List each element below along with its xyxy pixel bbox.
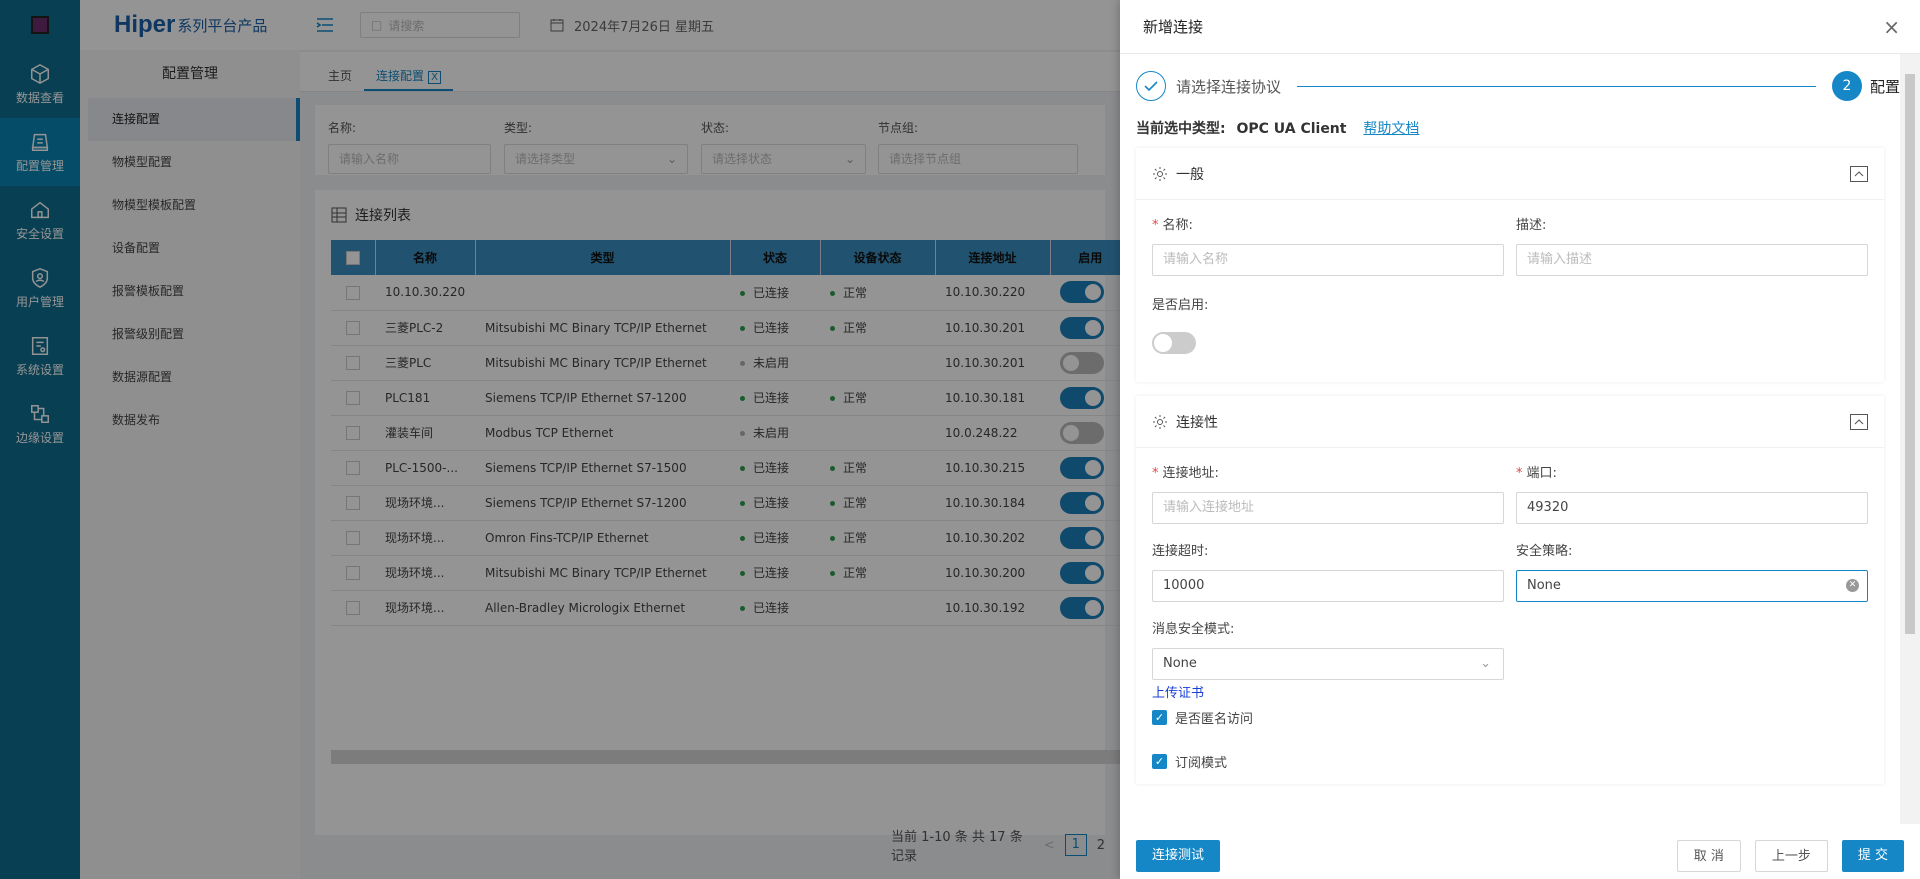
timeout-label: 连接超时: (1152, 544, 1209, 559)
subscribe-checkbox[interactable]: ✓ 订阅模式 (1152, 748, 1868, 774)
placeholder: 请输入连接地址 (1163, 500, 1255, 515)
collapse-up-icon[interactable] (1850, 165, 1868, 182)
security-policy-value: None (1527, 578, 1561, 593)
collapse-up-icon[interactable] (1850, 413, 1868, 430)
test-connection-button[interactable]: 连接测试 (1136, 839, 1221, 872)
drawer-footer: 连接测试 取 消 上一步 提 交 (1120, 832, 1920, 879)
checkbox-checked-icon: ✓ (1152, 709, 1167, 725)
msg-security-label: 消息安全模式: (1152, 622, 1235, 637)
anonymous-label: 是否匿名访问 (1175, 711, 1254, 727)
enable-field: 是否启用: (1152, 288, 1868, 354)
current-type-value: OPC UA Client (1236, 121, 1347, 137)
connectivity-section: 连接性 * 连接地址: 请输入连接地址 * 端口: 49320 连接超时: 10… (1136, 396, 1884, 784)
modal-overlay[interactable] (0, 0, 1120, 879)
previous-step-button[interactable]: 上一步 (1754, 839, 1828, 872)
port-label: 端口: (1526, 466, 1557, 481)
drawer-body: 请选择连接协议 2 配置 当前选中类型: OPC UA Client 帮助文档 … (1120, 54, 1900, 824)
desc-input[interactable]: 请输入描述 (1516, 244, 1868, 276)
general-title: 一般 (1176, 166, 1204, 183)
check-icon (1136, 71, 1166, 101)
security-policy-select[interactable]: None ✕ (1516, 570, 1868, 602)
current-type: 当前选中类型: OPC UA Client 帮助文档 (1120, 118, 1900, 140)
address-label: 连接地址: (1162, 466, 1219, 481)
step-2-number: 2 (1831, 71, 1862, 101)
port-value: 49320 (1527, 500, 1569, 515)
clear-icon[interactable]: ✕ (1846, 579, 1859, 592)
timeout-input[interactable]: 10000 (1152, 570, 1504, 602)
security-policy-field: 安全策略: None ✕ (1516, 534, 1868, 602)
drawer-header: 新增连接 × (1120, 0, 1920, 54)
general-section: 一般 * 名称: 请输入名称 描述: 请输入描述 是否启用: (1136, 148, 1884, 382)
chevron-down-icon: ⌄ (1480, 656, 1491, 671)
enable-label: 是否启用: (1152, 298, 1209, 313)
name-field: * 名称: 请输入名称 (1152, 208, 1504, 276)
anonymous-checkbox[interactable]: ✓ 是否匿名访问 (1152, 704, 1868, 730)
name-label: 名称: (1162, 218, 1193, 233)
placeholder: 请输入名称 (1163, 252, 1229, 267)
current-type-label: 当前选中类型: (1136, 121, 1226, 137)
enable-toggle[interactable] (1152, 332, 1196, 354)
close-icon[interactable]: × (1883, 15, 1900, 39)
address-field: * 连接地址: 请输入连接地址 (1152, 456, 1504, 524)
step-1-label: 请选择连接协议 (1176, 77, 1282, 96)
port-input[interactable]: 49320 (1516, 492, 1868, 524)
gear-icon (1153, 166, 1167, 181)
app-root: 数据查看 配置管理 安全设置 用户管理 系统设置 边缘设置 Hiper 系列平台… (0, 0, 1920, 879)
connectivity-title: 连接性 (1176, 414, 1218, 431)
msg-security-field: 消息安全模式: None ⌄ (1152, 612, 1504, 680)
stepper: 请选择连接协议 2 配置 (1120, 54, 1900, 118)
drawer-title: 新增连接 (1143, 18, 1204, 36)
port-field: * 端口: 49320 (1516, 456, 1868, 524)
help-doc-link[interactable]: 帮助文档 (1363, 121, 1419, 137)
connectivity-section-header: 连接性 (1136, 396, 1884, 448)
step-2-label: 配置 (1869, 77, 1900, 96)
address-input[interactable]: 请输入连接地址 (1152, 492, 1504, 524)
submit-button[interactable]: 提 交 (1841, 839, 1904, 872)
msg-security-select[interactable]: None ⌄ (1152, 648, 1504, 680)
subscribe-label: 订阅模式 (1175, 755, 1228, 771)
timeout-value: 10000 (1163, 578, 1205, 593)
gear-icon (1153, 414, 1167, 429)
desc-field: 描述: 请输入描述 (1516, 208, 1868, 276)
add-connection-drawer: 新增连接 × 请选择连接协议 2 配置 当前选中类型: OPC UA Clien… (1120, 0, 1920, 879)
placeholder: 请输入描述 (1527, 252, 1593, 267)
general-section-header: 一般 (1136, 148, 1884, 200)
msg-security-value: None (1163, 656, 1197, 671)
name-input[interactable]: 请输入名称 (1152, 244, 1504, 276)
security-policy-label: 安全策略: (1516, 544, 1573, 559)
step-connector (1297, 85, 1816, 87)
checkbox-checked-icon: ✓ (1152, 753, 1167, 769)
cancel-button[interactable]: 取 消 (1676, 839, 1741, 872)
desc-label: 描述: (1516, 218, 1547, 233)
drawer-vertical-scrollbar[interactable] (1900, 54, 1920, 824)
timeout-field: 连接超时: 10000 (1152, 534, 1504, 602)
upload-cert-link[interactable]: 上传证书 (1152, 684, 1868, 704)
